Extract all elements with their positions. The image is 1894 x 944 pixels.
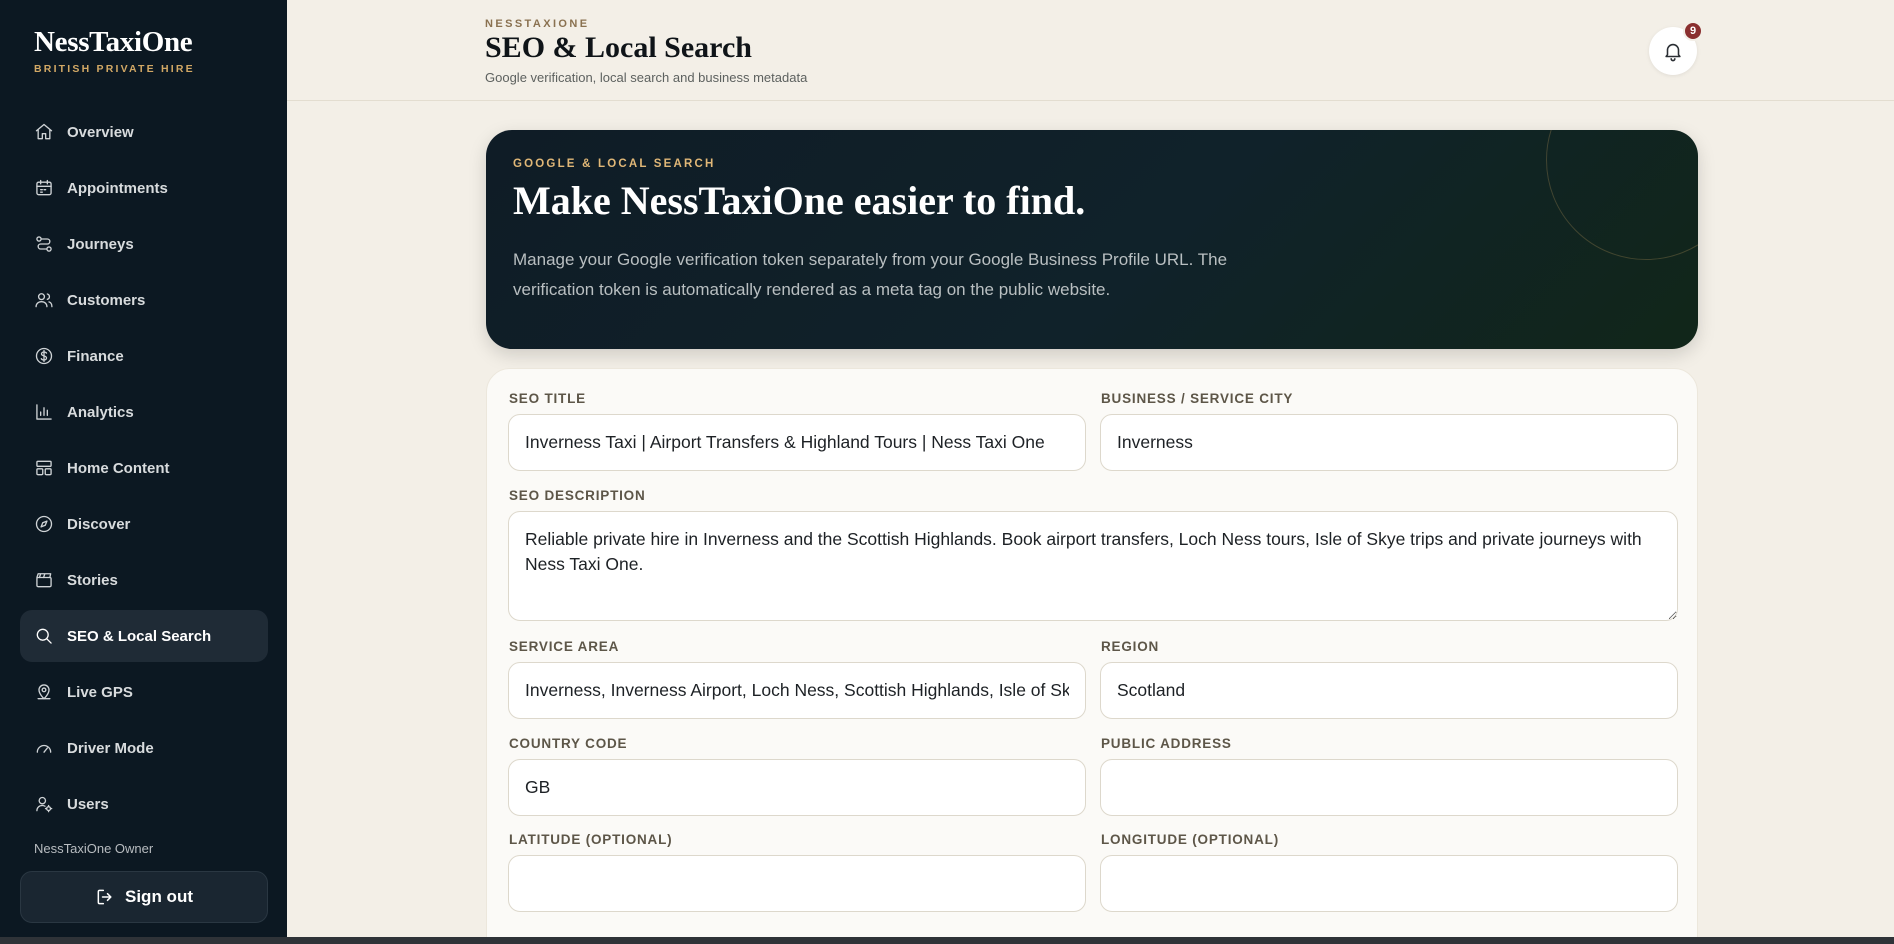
hero-eyebrow: GOOGLE & LOCAL SEARCH [513, 158, 716, 170]
sidebar-item-label: Stories [67, 571, 118, 589]
longitude-label: LONGITUDE (OPTIONAL) [1101, 832, 1279, 847]
sidebar-item-label: SEO & Local Search [67, 627, 212, 645]
country-code-label: COUNTRY CODE [509, 736, 628, 751]
sidebar: NessTaxiOne BRITISH PRIVATE HIRE Overvie… [0, 0, 287, 937]
gauge-icon [34, 738, 54, 758]
sidebar-item-label: Customers [67, 291, 146, 309]
region-input[interactable] [1100, 662, 1678, 719]
page-header: NESSTAXIONE SEO & Local Search Google ve… [287, 0, 1894, 101]
sidebar-item-users[interactable]: Users [20, 778, 268, 830]
sidebar-item-label: Discover [67, 515, 131, 533]
brand-tagline: BRITISH PRIVATE HIRE [34, 63, 195, 75]
page-title: SEO & Local Search [485, 31, 752, 64]
sidebar-item-label: Analytics [67, 403, 134, 421]
latitude-input[interactable] [508, 855, 1086, 912]
seo-description-textarea[interactable]: Reliable private hire in Inverness and t… [508, 511, 1678, 621]
page-subtitle: Google verification, local search and bu… [485, 70, 808, 85]
hero-title: Make NessTaxiOne easier to find. [513, 178, 1086, 223]
sidebar-item-driver-mode[interactable]: Driver Mode [20, 722, 268, 774]
home-icon [34, 122, 54, 142]
sidebar-item-label: Journeys [67, 235, 134, 253]
sign-out-label: Sign out [125, 887, 193, 906]
latitude-label: LATITUDE (OPTIONAL) [509, 832, 673, 847]
sidebar-item-label: Overview [67, 123, 134, 141]
decorative-circle [1546, 130, 1698, 260]
seo-description-label: SEO DESCRIPTION [509, 488, 646, 503]
sidebar-nav: Overview Appointments Journeys Customers… [20, 106, 268, 834]
sign-out-button[interactable]: Sign out [20, 871, 268, 923]
hero-banner: GOOGLE & LOCAL SEARCH Make NessTaxiOne e… [486, 130, 1698, 349]
sidebar-item-live-gps[interactable]: Live GPS [20, 666, 268, 718]
sidebar-item-stories[interactable]: Stories [20, 554, 268, 606]
seo-title-input[interactable] [508, 414, 1086, 471]
notification-count-badge: 9 [1683, 21, 1703, 41]
seo-form: SEO TITLE BUSINESS / SERVICE CITY SEO DE… [486, 368, 1698, 944]
public-address-input[interactable] [1100, 759, 1678, 816]
brand[interactable]: NessTaxiOne BRITISH PRIVATE HIRE [34, 26, 195, 75]
country-code-input[interactable] [508, 759, 1086, 816]
sidebar-item-appointments[interactable]: Appointments [20, 162, 268, 214]
public-address-label: PUBLIC ADDRESS [1101, 736, 1232, 751]
map-pin-icon [34, 682, 54, 702]
window-bottom-edge [0, 937, 1894, 944]
search-icon [34, 626, 54, 646]
service-area-label: SERVICE AREA [509, 639, 620, 654]
clapperboard-icon [34, 570, 54, 590]
sidebar-item-label: Home Content [67, 459, 170, 477]
bell-icon [1662, 40, 1684, 62]
owner-name: NessTaxiOne Owner [34, 841, 154, 856]
sidebar-item-label: Finance [67, 347, 124, 365]
hero-description: Manage your Google verification token se… [513, 250, 1228, 299]
log-out-icon [95, 887, 115, 907]
sidebar-item-label: Live GPS [67, 683, 133, 701]
page-eyebrow: NESSTAXIONE [485, 18, 590, 30]
bar-chart-icon [34, 402, 54, 422]
brand-name: NessTaxiOne [34, 26, 193, 58]
longitude-input[interactable] [1100, 855, 1678, 912]
business-city-label: BUSINESS / SERVICE CITY [1101, 391, 1294, 406]
sidebar-item-journeys[interactable]: Journeys [20, 218, 268, 270]
service-area-input[interactable] [508, 662, 1086, 719]
notifications-button[interactable]: 9 [1649, 21, 1703, 75]
dollar-icon [34, 346, 54, 366]
users-icon [34, 290, 54, 310]
route-icon [34, 234, 54, 254]
compass-icon [34, 514, 54, 534]
sidebar-item-label: Driver Mode [67, 739, 154, 757]
seo-title-label: SEO TITLE [509, 391, 586, 406]
sidebar-item-finance[interactable]: Finance [20, 330, 268, 382]
sidebar-item-seo-local-search[interactable]: SEO & Local Search [20, 610, 268, 662]
business-city-input[interactable] [1100, 414, 1678, 471]
sidebar-item-home-content[interactable]: Home Content [20, 442, 268, 494]
sidebar-item-overview[interactable]: Overview [20, 106, 268, 158]
sidebar-item-analytics[interactable]: Analytics [20, 386, 268, 438]
sidebar-item-label: Appointments [67, 179, 168, 197]
sidebar-item-label: Users [67, 795, 109, 813]
calendar-icon [34, 178, 54, 198]
layout-icon [34, 458, 54, 478]
region-label: REGION [1101, 639, 1160, 654]
user-cog-icon [34, 794, 54, 814]
sidebar-item-discover[interactable]: Discover [20, 498, 268, 550]
sidebar-item-customers[interactable]: Customers [20, 274, 268, 326]
